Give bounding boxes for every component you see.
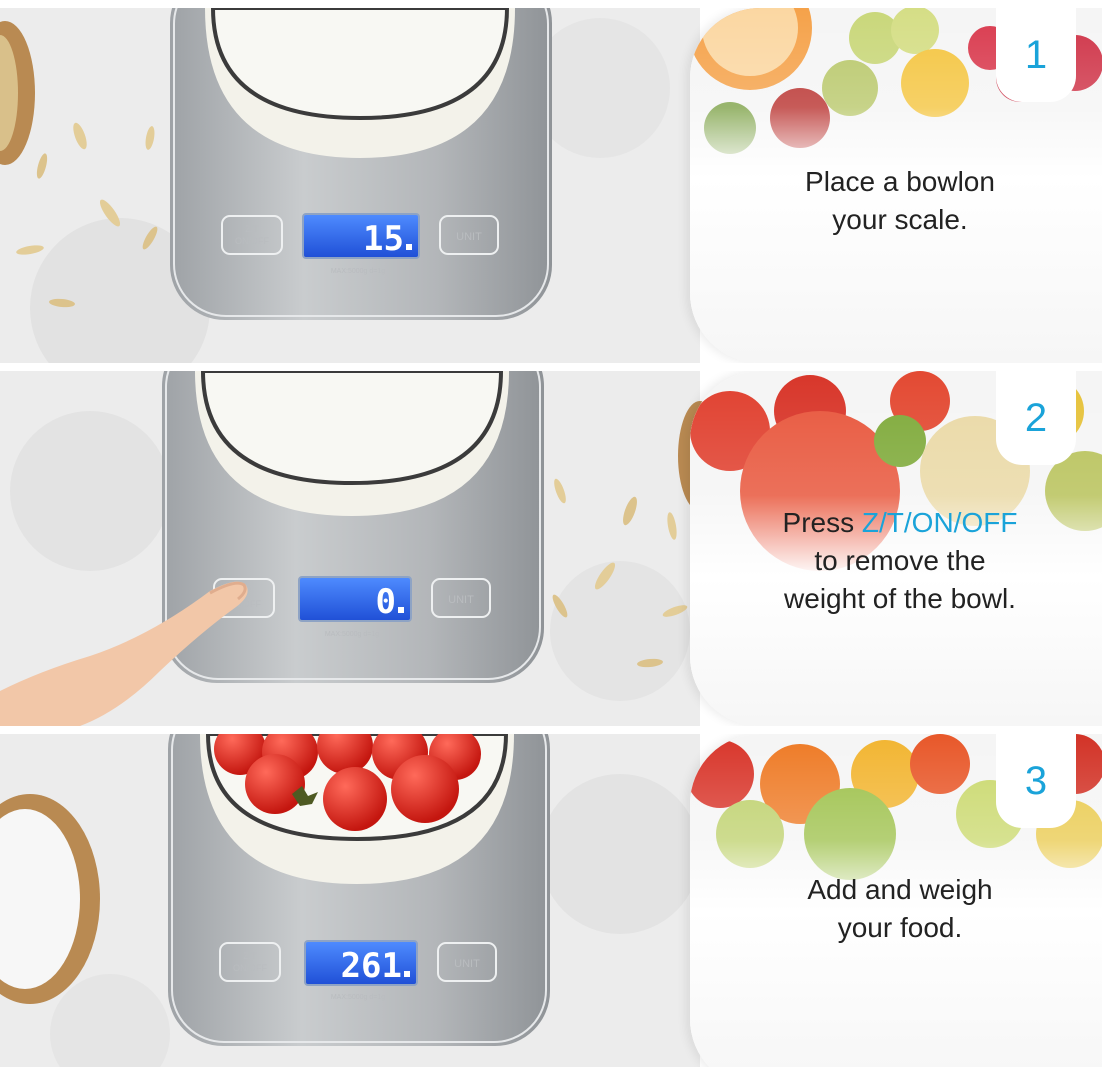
step-number-badge: 1 (996, 8, 1076, 102)
small-g-unit-icon (398, 607, 404, 613)
scale-capacity-label: MAX:5000g d=1g (331, 268, 385, 275)
left-button-label-line2: ON/OFF (235, 236, 269, 246)
caption-line: Press Z/T/ON/OFF (702, 504, 1098, 542)
left-button-label-line1: Z/T (243, 951, 257, 961)
caption-line: to remove the (814, 545, 986, 576)
caption-line: Add and weigh (807, 874, 993, 905)
caption-button-highlight: Z/T/ON/OFF (861, 507, 1018, 538)
small-g-unit-icon (406, 244, 412, 250)
caption-line: your food. (837, 912, 963, 943)
left-button-label-line2: ON/OFF (233, 963, 267, 973)
step-number-badge: 3 (996, 734, 1076, 828)
small-g-unit-icon (404, 971, 410, 977)
lcd-reading: 15 (363, 219, 404, 259)
right-button-label: UNIT (456, 231, 482, 243)
lcd-reading: 0 (376, 582, 396, 622)
caption-prefix: Press (782, 507, 862, 538)
caption-line: your scale. (832, 204, 968, 235)
lcd-reading: 261 (341, 946, 402, 986)
step-number: 2 (1024, 396, 1048, 440)
step-caption: Place a bowlon your scale. (702, 163, 1098, 239)
step-2-row: Z/T ON/OFF UNIT 0 MAX:5000g d=1g (0, 371, 1102, 726)
step-1-row: Z/T ON/OFF UNIT 15 MAX:5000g d=1g 1 Plac… (0, 8, 1102, 363)
step-number: 1 (1024, 33, 1048, 77)
caption-line: weight of the bowl. (784, 583, 1016, 614)
step-number-badge: 2 (996, 371, 1076, 465)
scale-capacity-label: MAX:5000g d=1g (331, 994, 385, 1001)
step-3-row: Z/T ON/OFF UNIT 261 MAX:5000g d=1g 3 Add… (0, 734, 1102, 1067)
right-button-label: UNIT (448, 594, 474, 606)
scale-capacity-label: MAX:5000g d=1g (325, 631, 379, 638)
step-number: 3 (1024, 759, 1048, 803)
step-caption: Press Z/T/ON/OFF to remove the weight of… (702, 504, 1098, 618)
step-caption: Add and weigh your food. (702, 871, 1098, 947)
right-button-label: UNIT (454, 958, 480, 970)
caption-line: Place a bowlon (805, 166, 995, 197)
left-button-label-line1: Z/T (245, 224, 259, 234)
